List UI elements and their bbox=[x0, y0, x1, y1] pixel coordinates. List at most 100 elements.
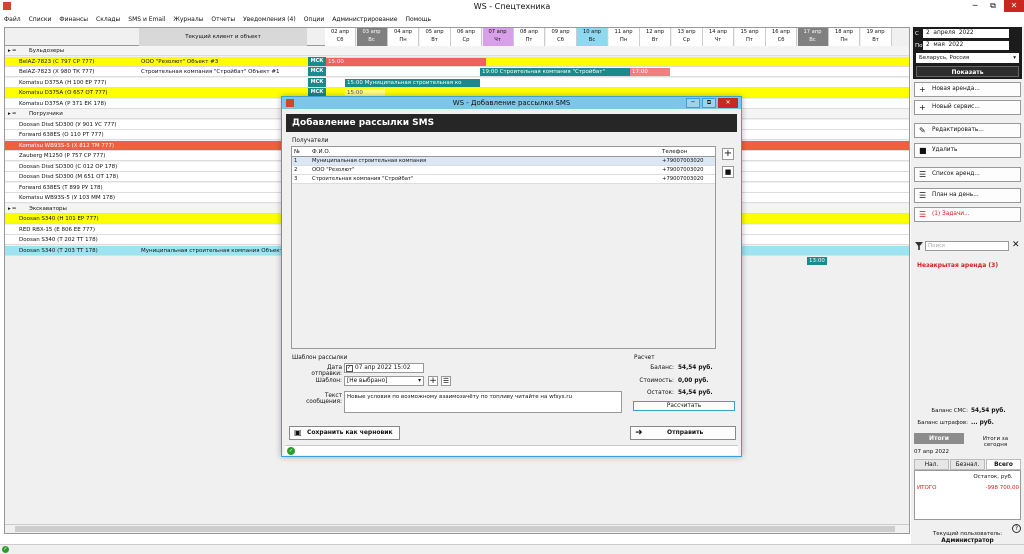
delete-recipient-button[interactable]: ■ bbox=[722, 166, 734, 178]
day-header-cell: 14 апр Чт bbox=[703, 28, 734, 46]
to-day: 2 bbox=[926, 42, 930, 48]
recipients-table[interactable]: № Ф.И.О. Телефон 1 Муниципальная строительн… bbox=[291, 146, 716, 349]
sidebar-button[interactable]: ☰ Список аренд... bbox=[914, 167, 1021, 182]
restore-button[interactable]: ⧉ bbox=[986, 0, 1000, 12]
sidebar-button[interactable]: ■ Удалить bbox=[914, 143, 1021, 158]
day-header-cell: 06 апр Ср bbox=[451, 28, 482, 46]
horizontal-scrollbar[interactable] bbox=[5, 524, 909, 533]
current-user-label: Текущий пользователь: bbox=[932, 531, 1003, 537]
day-weekday: Вт bbox=[872, 37, 879, 43]
menu-item[interactable]: Опции bbox=[300, 16, 329, 23]
rental-bar[interactable]: 15:00 Муниципальная строительная ко bbox=[345, 78, 480, 87]
sidebar-button[interactable]: + Новая аренда... bbox=[914, 82, 1021, 97]
table-cell: Муниципальная строительная компания bbox=[312, 158, 427, 164]
template-select[interactable]: [Не выбрано] ▾ bbox=[344, 376, 424, 386]
template-section-label: Шаблон рассылки bbox=[292, 355, 348, 361]
menu-item[interactable]: Склады bbox=[92, 16, 124, 23]
totals-date-field[interactable]: 07 апр 2022 bbox=[914, 447, 966, 457]
day-header-cell: 16 апр Сб bbox=[766, 28, 797, 46]
pencil-icon: ✎ bbox=[919, 126, 926, 135]
message-textarea[interactable]: Новые условия по возможному взаимозачёту… bbox=[344, 391, 622, 413]
message-label: Текст сообщения: bbox=[306, 393, 342, 405]
menu-item[interactable]: Финансы bbox=[55, 16, 92, 23]
dialog-titlebar: WS - Добавление рассылки SMS ─ ⧉ ✕ bbox=[282, 97, 741, 109]
region-select[interactable]: Беларусь, Россия ▾ bbox=[916, 53, 1019, 63]
rental-bar[interactable]: 17:00 bbox=[630, 68, 670, 76]
day-date: 15 апр bbox=[740, 29, 759, 35]
totals-tab[interactable]: Безнал. bbox=[950, 459, 985, 470]
sidebar-button[interactable]: ☰ План на день... bbox=[914, 188, 1021, 203]
menu-item[interactable]: Журналы bbox=[169, 16, 207, 23]
menu-item[interactable]: Помощь bbox=[401, 16, 435, 23]
trash-icon: ■ bbox=[919, 146, 927, 155]
sms-dialog: WS - Добавление рассылки SMS ─ ⧉ ✕ Добав… bbox=[281, 96, 742, 457]
menu-item[interactable]: Списки bbox=[25, 16, 56, 23]
dialog-title: WS - Добавление рассылки SMS bbox=[452, 99, 571, 107]
day-date: 06 апр bbox=[456, 29, 476, 35]
totals-button[interactable]: Итоги bbox=[914, 433, 964, 444]
scrollbar-thumb[interactable] bbox=[15, 526, 895, 532]
remainder-label: Остаток: bbox=[646, 390, 674, 396]
day-weekday: Вс bbox=[588, 37, 596, 43]
totals-tab[interactable]: Всего bbox=[986, 459, 1021, 470]
day-header-cell: 13 апр Ср bbox=[671, 28, 703, 46]
add-template-button[interactable]: + bbox=[428, 376, 438, 386]
minimize-button[interactable]: ─ bbox=[968, 0, 982, 12]
from-date-field[interactable]: 2 апреля 2022 bbox=[923, 29, 1009, 38]
list-icon: ☰ bbox=[919, 210, 927, 219]
app-icon bbox=[3, 2, 11, 10]
column-header: Телефон bbox=[662, 149, 688, 155]
send-button[interactable]: ➜ Отправить bbox=[630, 426, 736, 440]
menu-item[interactable]: Отчеты bbox=[207, 16, 239, 23]
sidebar-button[interactable]: + Новый сервис... bbox=[914, 100, 1021, 115]
totals-tab[interactable]: Нал. bbox=[914, 459, 949, 470]
day-weekday: Вт bbox=[651, 37, 659, 43]
plus-icon: + bbox=[429, 376, 437, 386]
send-date-field[interactable]: ✓ 07 апр 2022 15:02 bbox=[344, 363, 424, 373]
dialog-maximize-button[interactable]: ⧉ bbox=[702, 98, 716, 108]
to-label: По bbox=[915, 43, 923, 49]
sidebar-button[interactable]: ✎ Редактировать... bbox=[914, 123, 1021, 138]
arrow-right-icon: ➜ bbox=[635, 428, 643, 438]
rental-bar[interactable]: 13:00 bbox=[807, 257, 827, 265]
table-row[interactable]: 3 Строительная компания "Стройбат" +790070… bbox=[292, 175, 715, 184]
from-label: С bbox=[915, 31, 919, 37]
template-list-button[interactable]: ☰ bbox=[441, 376, 451, 386]
template-select-value: [Не выбрано] bbox=[347, 378, 388, 384]
template-field-label: Шаблон: bbox=[315, 378, 342, 384]
check-icon[interactable]: ✓ bbox=[346, 365, 353, 372]
day-date: 17 апр bbox=[803, 29, 822, 35]
show-button[interactable]: Показать bbox=[916, 66, 1019, 77]
list-icon: ☰ bbox=[442, 377, 450, 385]
dialog-minimize-button[interactable]: ─ bbox=[686, 98, 700, 108]
close-button[interactable]: ✕ bbox=[1004, 0, 1024, 12]
balance-label: Баланс: bbox=[650, 365, 674, 371]
table-row[interactable]: 2 ООО "Резолют" +79007003020 bbox=[292, 166, 715, 175]
menu-item[interactable]: Уведомления (4) bbox=[239, 16, 300, 23]
menu-bar: Файл Списки Финансы Склады SMS и Email Журнал… bbox=[0, 13, 910, 25]
day-weekday: Чт bbox=[494, 37, 501, 43]
day-date: 05 апр bbox=[425, 29, 444, 35]
rental-bar[interactable]: 19:00 Строительная компания "Стройбат" bbox=[480, 68, 630, 76]
to-date-field[interactable]: 2 мая 2022 bbox=[923, 41, 1009, 50]
table-row[interactable]: 1 Муниципальная строительная компания +790… bbox=[292, 157, 715, 166]
plus-icon: + bbox=[919, 85, 926, 94]
clear-search-icon[interactable]: ✕ bbox=[1012, 240, 1020, 250]
day-weekday: Вт bbox=[431, 37, 438, 43]
day-date: 14 апр bbox=[708, 29, 728, 35]
dialog-close-button[interactable]: ✕ bbox=[718, 98, 738, 108]
total-label: ИТОГО bbox=[917, 485, 937, 491]
menu-item[interactable]: SMS и Email bbox=[124, 16, 169, 23]
unclosed-rentals-link[interactable]: Незакрытая аренда (3) bbox=[917, 262, 998, 269]
save-draft-button[interactable]: ▣ Сохранить как черновик bbox=[289, 426, 400, 440]
right-panel: С 2 апреля 2022 По 2 мая 2022 Беларусь, … bbox=[911, 27, 1024, 545]
day-date: 09 апр bbox=[551, 29, 570, 35]
day-header-cell: 07 апр Чт bbox=[482, 28, 514, 46]
add-recipient-button[interactable]: + bbox=[722, 148, 734, 160]
menu-item[interactable]: Администрирование bbox=[328, 16, 401, 23]
calculate-button[interactable]: Рассчитать bbox=[633, 401, 735, 411]
rental-bar[interactable]: 15:00 bbox=[326, 57, 486, 66]
search-input[interactable]: Поиск bbox=[925, 241, 1009, 251]
menu-item[interactable]: Файл bbox=[0, 16, 25, 23]
sidebar-button[interactable]: ☰ (1) Задачи... bbox=[914, 207, 1021, 222]
